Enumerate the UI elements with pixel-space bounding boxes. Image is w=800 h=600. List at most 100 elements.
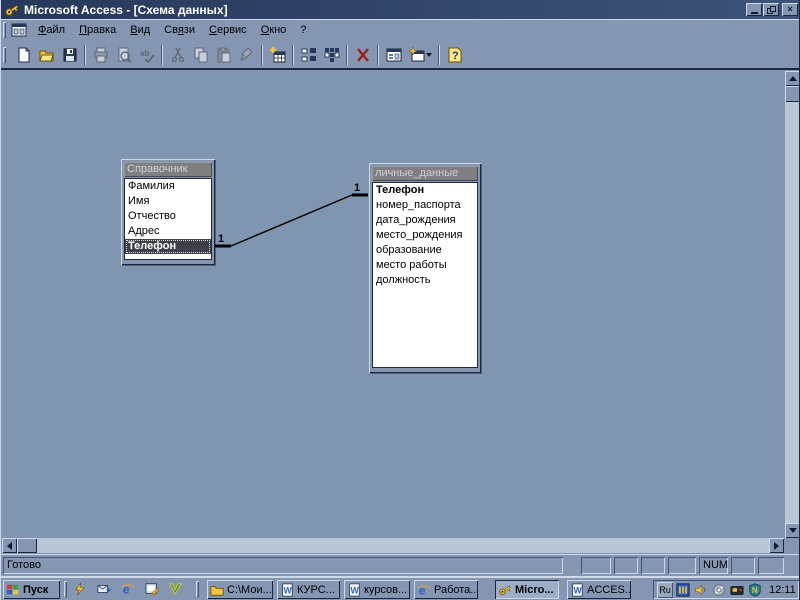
- spelling-button[interactable]: ab: [135, 43, 158, 66]
- horizontal-scroll-thumb[interactable]: [17, 538, 37, 553]
- taskbar-button-access[interactable]: Micro...: [495, 580, 559, 599]
- svg-text:?: ?: [452, 50, 459, 62]
- copy-button[interactable]: [189, 43, 212, 66]
- minimize-button[interactable]: [746, 3, 762, 16]
- field-row[interactable]: номер_паспорта: [373, 198, 477, 213]
- menu-window[interactable]: Окно: [254, 21, 294, 39]
- field-row-selected[interactable]: Телефон: [125, 239, 211, 254]
- delete-button[interactable]: [351, 43, 374, 66]
- close-button[interactable]: ×: [782, 3, 798, 16]
- field-row[interactable]: место работы: [373, 258, 477, 273]
- menu-view[interactable]: Вид: [123, 21, 157, 39]
- taskbar-grip[interactable]: [196, 581, 199, 597]
- toolbar: ab ?: [1, 41, 799, 68]
- schema-surface[interactable]: 1 1 Справочник Фамилия Имя Отчество Адре…: [1, 70, 784, 538]
- minimize-icon: [750, 12, 758, 14]
- print-icon: [94, 47, 107, 62]
- system-tray: Ru N 12:11: [653, 580, 799, 599]
- disabled-swirl-icon[interactable]: [711, 582, 727, 598]
- taskbar: Пуск e C:\Мои... W КУРС... W курсов... e…: [1, 576, 799, 600]
- taskbar-button-word3[interactable]: W ACCES...: [567, 580, 631, 599]
- lightning-icon: [75, 582, 86, 596]
- clock[interactable]: 12:11: [769, 584, 796, 596]
- taskbar-button-word2[interactable]: W курсов...: [344, 580, 410, 599]
- cut-icon: [171, 47, 184, 62]
- table-lichnye-dannye[interactable]: личные_данные Телефон номер_паспорта дат…: [369, 163, 481, 373]
- menu-file[interactable]: Файл: [31, 21, 72, 39]
- taskbar-button-word1[interactable]: W КУРС...: [277, 580, 340, 599]
- vertical-scroll-thumb[interactable]: [785, 86, 799, 102]
- paste-icon: [217, 47, 230, 62]
- horizontal-scrollbar[interactable]: [2, 538, 784, 553]
- scroll-up-button[interactable]: [785, 71, 799, 86]
- paste-button[interactable]: [212, 43, 235, 66]
- menu-relationships[interactable]: Связи: [157, 21, 202, 39]
- access-key-icon: [499, 585, 511, 595]
- open-button[interactable]: [35, 43, 58, 66]
- taskbar-grip[interactable]: [64, 581, 67, 597]
- scroll-left-button[interactable]: [2, 538, 17, 553]
- database-window-button[interactable]: [382, 43, 405, 66]
- status-panel: [668, 557, 696, 574]
- title-bar[interactable]: Microsoft Access - [Схема данных] ×: [1, 0, 799, 19]
- field-row[interactable]: дата_рождения: [373, 213, 477, 228]
- start-label: Пуск: [23, 583, 49, 596]
- quicklaunch-v-button[interactable]: [167, 581, 185, 597]
- quicklaunch-desktop-button[interactable]: [143, 581, 161, 597]
- all-relationships-button[interactable]: [320, 43, 343, 66]
- quicklaunch-lightning-button[interactable]: [71, 581, 89, 597]
- restore-button[interactable]: [763, 3, 779, 16]
- print-button[interactable]: [89, 43, 112, 66]
- menu-help[interactable]: ?: [293, 21, 313, 39]
- mail-icon: [97, 585, 111, 593]
- field-row[interactable]: Адрес: [125, 224, 211, 239]
- table-spravochnik[interactable]: Справочник Фамилия Имя Отчество Адрес Те…: [121, 159, 215, 265]
- desktop-pen-icon: [145, 583, 159, 596]
- bars-indicator-icon[interactable]: [675, 582, 691, 598]
- cut-button[interactable]: [166, 43, 189, 66]
- field-row-primary-key[interactable]: Телефон: [373, 183, 477, 198]
- menu-edit[interactable]: Правка: [72, 21, 123, 39]
- start-button[interactable]: Пуск: [3, 580, 60, 599]
- menu-tools[interactable]: Сервис: [202, 21, 254, 39]
- menu-bar: Файл Правка Вид Связи Сервис Окно ? ×: [1, 19, 799, 55]
- all-relationships-icon: [324, 47, 339, 62]
- taskbar-button-ie[interactable]: e Работа...: [414, 580, 478, 599]
- language-indicator[interactable]: Ru: [657, 581, 673, 598]
- relation-cardinality-label: 1: [354, 182, 360, 194]
- new-object-dropdown-icon[interactable]: [425, 52, 432, 57]
- table-title[interactable]: Справочник: [124, 162, 212, 177]
- taskbar-button-folder[interactable]: C:\Мои...: [207, 580, 273, 599]
- field-row[interactable]: место_рождения: [373, 228, 477, 243]
- field-row[interactable]: образование: [373, 243, 477, 258]
- spelling-icon: ab: [140, 49, 155, 63]
- scroll-down-button[interactable]: [785, 523, 799, 538]
- format-painter-button[interactable]: [235, 43, 258, 66]
- relation-cardinality-label: 1: [218, 233, 224, 245]
- save-button[interactable]: [58, 43, 81, 66]
- scroll-right-button[interactable]: [769, 538, 784, 553]
- field-row[interactable]: Имя: [125, 194, 211, 209]
- print-preview-button[interactable]: [112, 43, 135, 66]
- status-panel: [758, 557, 784, 574]
- show-table-button[interactable]: [266, 43, 289, 66]
- norton-shield-icon[interactable]: N: [747, 582, 763, 598]
- table-title[interactable]: личные_данные: [372, 166, 478, 181]
- direct-relationships-button[interactable]: [297, 43, 320, 66]
- quicklaunch-mail-button[interactable]: [95, 581, 113, 597]
- vertical-scrollbar[interactable]: [785, 71, 799, 538]
- menubar-grip[interactable]: [3, 22, 6, 38]
- toolbar-grip[interactable]: [3, 47, 6, 63]
- volume-icon[interactable]: [693, 582, 709, 598]
- help-button[interactable]: ?: [443, 43, 466, 66]
- relationships-window-icon[interactable]: [11, 22, 27, 38]
- status-message: Готово: [3, 557, 563, 574]
- field-row[interactable]: Фамилия: [125, 179, 211, 194]
- quicklaunch-ie-button[interactable]: e: [119, 581, 137, 597]
- field-row[interactable]: должность: [373, 273, 477, 288]
- new-button[interactable]: [12, 43, 35, 66]
- camera-icon[interactable]: [729, 582, 745, 598]
- field-row[interactable]: Отчество: [125, 209, 211, 224]
- new-object-button[interactable]: [405, 43, 435, 66]
- window-title: Microsoft Access - [Схема данных]: [24, 2, 228, 17]
